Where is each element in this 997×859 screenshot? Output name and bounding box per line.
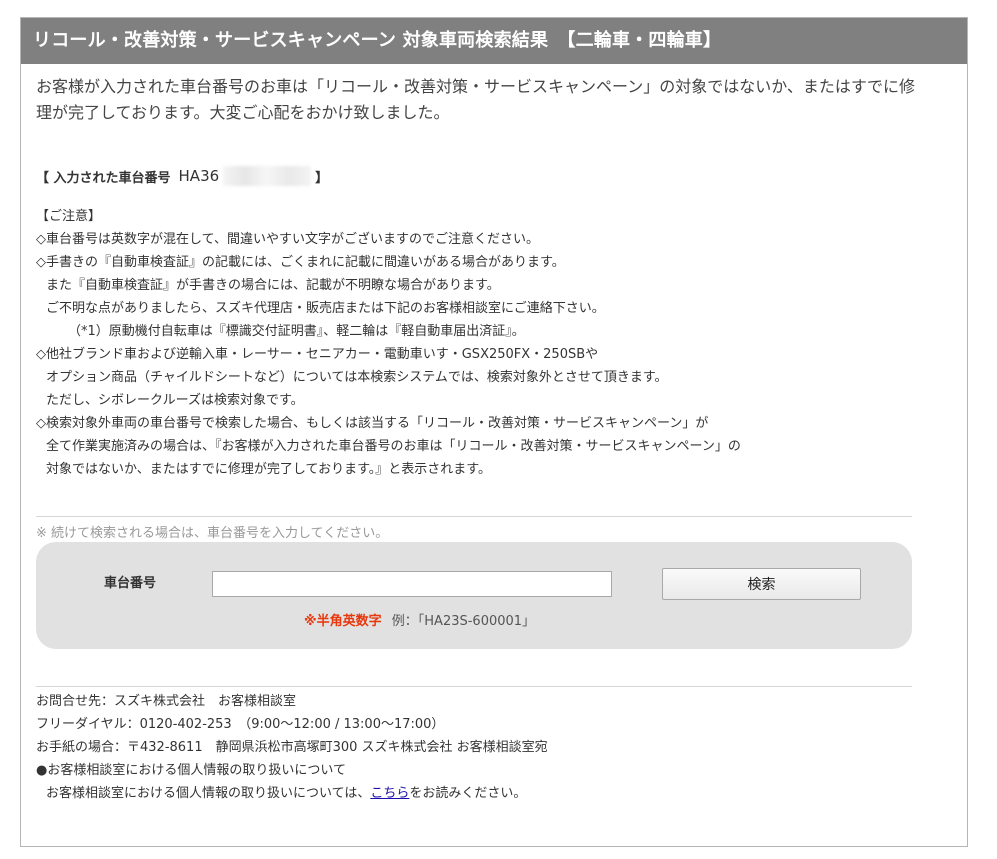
freedial-line: フリーダイヤル：0120-402-253 （9:00～12:00 / 13:00…	[36, 717, 445, 732]
entered-close: 】	[315, 170, 329, 186]
privacy-link[interactable]: こちら	[370, 786, 409, 801]
input-format-note: ※半角英数字 例：「HA23S-600001」	[304, 610, 535, 629]
privacy-prefix: お客様相談室における個人情報の取り扱いについては、	[46, 786, 371, 801]
redacted-value	[223, 166, 312, 186]
note-line: ただし、シボレークルーズは検索対象です。	[46, 393, 304, 408]
note-line: ◇検索対象外車両の車台番号で検索した場合、もしくは該当する「リコール・改善対策・…	[36, 416, 709, 431]
contact-line: お問合せ先：スズキ株式会社 お客様相談室	[36, 694, 297, 709]
note-line: ご不明な点がありましたら、スズキ代理店・販売店または下記のお客様相談室にご連絡下…	[46, 301, 605, 316]
notes-heading: 【ご注意】	[36, 209, 102, 224]
search-button[interactable]: 検索	[662, 568, 861, 600]
note-line: 全て作業実施済みの場合は、『お客様が入力された車台番号のお車は「リコール・改善対…	[46, 439, 741, 454]
note-line: （*1）原動機付自転車は『標識交付証明書』、軽二輪は『軽自動車届出済証』。	[68, 324, 525, 339]
format-warning: ※半角英数字	[304, 614, 382, 629]
note-line: また『自動車検査証』が手書きの場合には、記載が不明瞭な場合があります。	[46, 278, 500, 293]
result-message: お客様が入力された車台番号のお車は「リコール・改善対策・サービスキャンペーン」の…	[36, 77, 916, 122]
note-line: ◇他社ブランド車および逆輸入車・レーサー・セニアカー・電動車いす・GSX250F…	[36, 347, 599, 362]
privacy-heading: ●お客様相談室における個人情報の取り扱いについて	[36, 763, 346, 778]
search-hint: ※ 続けて検索される場合は、車台番号を入力してください。	[36, 526, 389, 541]
search-label: 車台番号	[104, 576, 157, 591]
notes-section: 【ご注意】 ◇車台番号は英数字が混在して、間違いやすい文字がございますのでご注意…	[36, 205, 916, 481]
privacy-line: お客様相談室における個人情報の取り扱いについては、こちらをお読みください。	[36, 782, 916, 805]
search-panel: 車台番号 検索 ※半角英数字 例：「HA23S-600001」	[36, 542, 912, 649]
format-example: 例：「HA23S-600001」	[391, 614, 536, 629]
entered-chassis-number: 【 入力された車台番号 HA36 】	[36, 166, 328, 186]
divider	[36, 516, 912, 517]
contact-info: お問合せ先：スズキ株式会社 お客様相談室 フリーダイヤル：0120-402-25…	[36, 690, 916, 805]
privacy-suffix: をお読みください。	[409, 786, 527, 801]
note-line: ◇車台番号は英数字が混在して、間違いやすい文字がございますのでご注意ください。	[36, 232, 539, 247]
divider	[36, 686, 912, 687]
note-line: ◇手書きの『自動車検査証』の記載には、ごくまれに記載に間違いがある場合があります…	[36, 255, 565, 270]
entered-label: 【 入力された車台番号	[36, 170, 171, 186]
page-title: リコール・改善対策・サービスキャンペーン 対象車両検索結果 【二輪車・四輪車】	[21, 18, 967, 64]
entered-value: HA36	[178, 167, 220, 185]
chassis-number-input[interactable]	[212, 571, 612, 597]
note-line: 対象ではないか、またはすでに修理が完了しております。』と表示されます。	[46, 462, 491, 477]
mail-line: お手紙の場合：〒432-8611 静岡県浜松市高塚町300 スズキ株式会社 お客…	[36, 740, 548, 755]
note-line: オプション商品（チャイルドシートなど）については本検索システムでは、検索対象外と…	[46, 370, 668, 385]
